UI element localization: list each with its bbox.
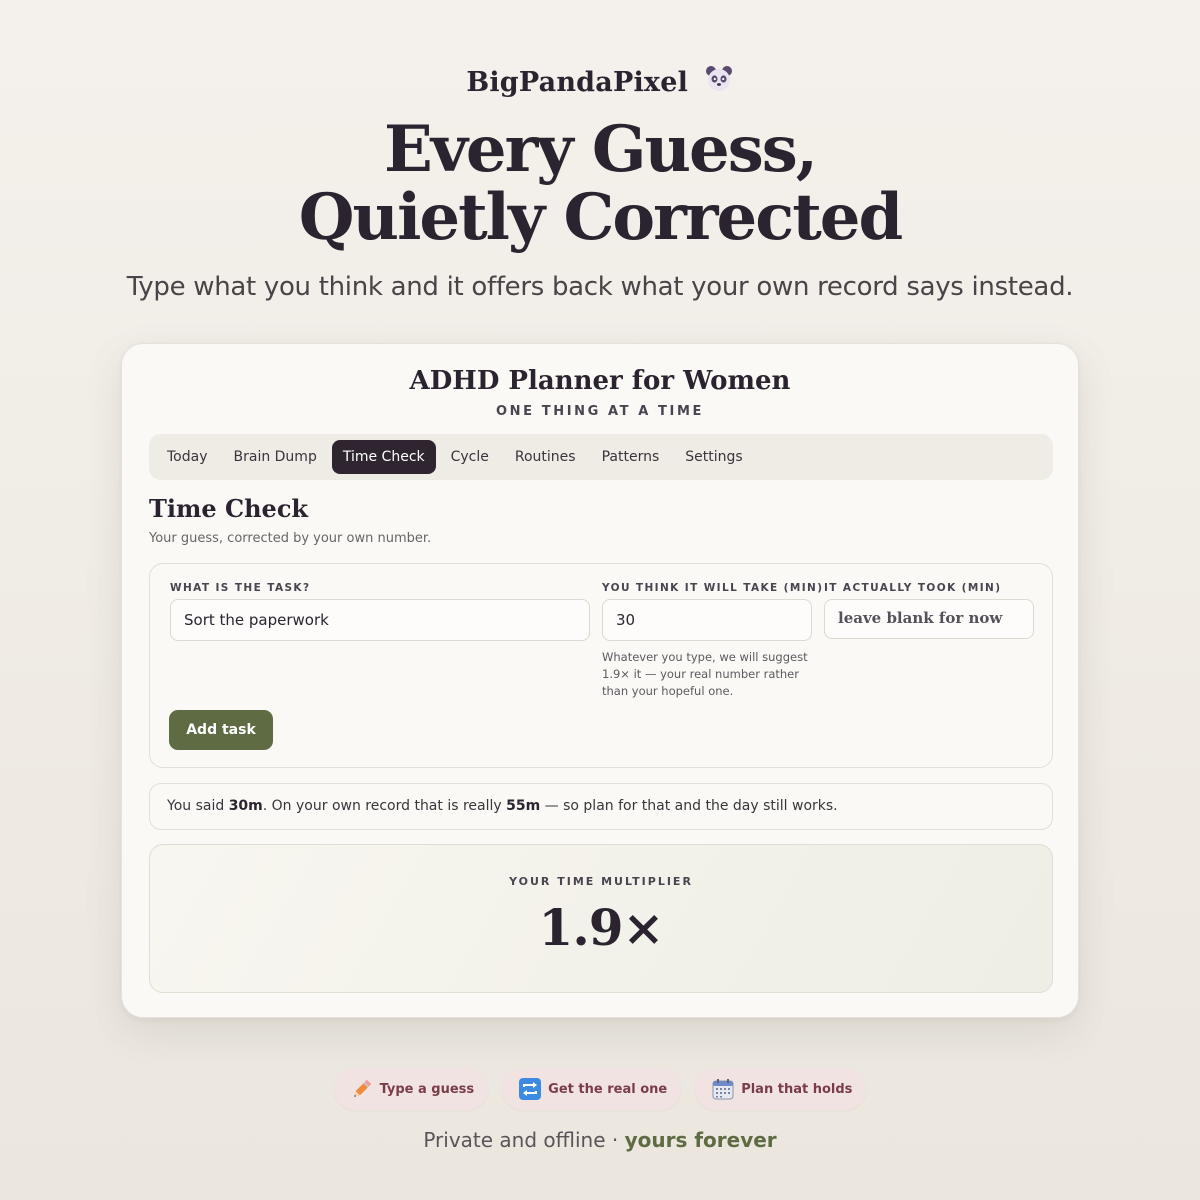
headline-line-1: Every Guess, [383, 112, 818, 187]
app-card: ADHD Planner for Women ONE THING AT A TI… [121, 343, 1079, 1018]
result-prefix: You said [167, 798, 229, 814]
actual-label: IT ACTUALLY TOOK (MIN) [824, 582, 1002, 594]
guess-input[interactable]: 30 [602, 599, 812, 641]
tab-routines[interactable]: Routines [504, 440, 587, 474]
pencil-icon [350, 1077, 374, 1101]
section-subtitle: Your guess, corrected by your own number… [149, 531, 432, 546]
app-subtitle: ONE THING AT A TIME [496, 404, 704, 419]
footer-text: Private and offline · [423, 1128, 625, 1152]
result-suffix: — so plan for that and the day still wor… [540, 798, 838, 814]
task-form: WHAT IS THE TASK? Sort the paperwork YOU… [149, 563, 1053, 768]
multiplier-panel: YOUR TIME MULTIPLIER 1.9× [149, 844, 1053, 993]
multiplier-label: YOUR TIME MULTIPLIER [509, 875, 693, 888]
calendar-icon [711, 1077, 735, 1101]
pill-label: Plan that holds [741, 1081, 853, 1097]
result-said: 30m [228, 798, 263, 814]
tab-bar: Today Brain Dump Time Check Cycle Routin… [149, 434, 1053, 480]
repeat-arrows-icon [518, 1077, 542, 1101]
tab-today[interactable]: Today [156, 440, 219, 474]
section-title: Time Check [149, 494, 309, 523]
actual-input[interactable]: leave blank for now [824, 599, 1034, 639]
pill-get-real: Get the real one [502, 1068, 682, 1110]
pill-label: Get the real one [548, 1081, 668, 1097]
task-input[interactable]: Sort the paperwork [170, 599, 590, 641]
guess-label: YOU THINK IT WILL TAKE (MIN) [602, 582, 824, 594]
app-title: ADHD Planner for Women [409, 366, 791, 396]
hero-subhead: Type what you think and it offers back w… [126, 272, 1074, 302]
footer: Private and offline · yours forever [0, 1128, 1200, 1152]
tab-brain-dump[interactable]: Brain Dump [223, 440, 328, 474]
add-task-button[interactable]: Add task [169, 710, 273, 750]
tab-cycle[interactable]: Cycle [440, 440, 500, 474]
tab-settings[interactable]: Settings [674, 440, 753, 474]
brand-name: BigPandaPixel [466, 67, 689, 98]
footer-accent: yours forever [624, 1128, 777, 1152]
tab-time-check[interactable]: Time Check [331, 440, 436, 474]
multiplier-value: 1.9× [538, 898, 665, 957]
pill-type-guess: Type a guess [333, 1068, 489, 1110]
hero-headline: Every Guess, Quietly Corrected [0, 116, 1200, 252]
brand-header: BigPandaPixel [0, 64, 1200, 101]
result-really: 55m [506, 798, 541, 814]
task-label: WHAT IS THE TASK? [170, 582, 311, 594]
headline-line-2: Quietly Corrected [298, 180, 903, 255]
panda-icon [704, 64, 734, 101]
result-message: You said 30m. On your own record that is… [149, 783, 1053, 830]
guess-hint: Whatever you type, we will suggest 1.9× … [602, 650, 808, 698]
pill-plan-holds: Plan that holds [695, 1068, 867, 1110]
result-middle: . On your own record that is really [262, 798, 507, 814]
feature-pills: Type a guess Get the real one Plan that … [0, 1068, 1200, 1110]
pill-label: Type a guess [379, 1081, 475, 1097]
tab-patterns[interactable]: Patterns [591, 440, 671, 474]
